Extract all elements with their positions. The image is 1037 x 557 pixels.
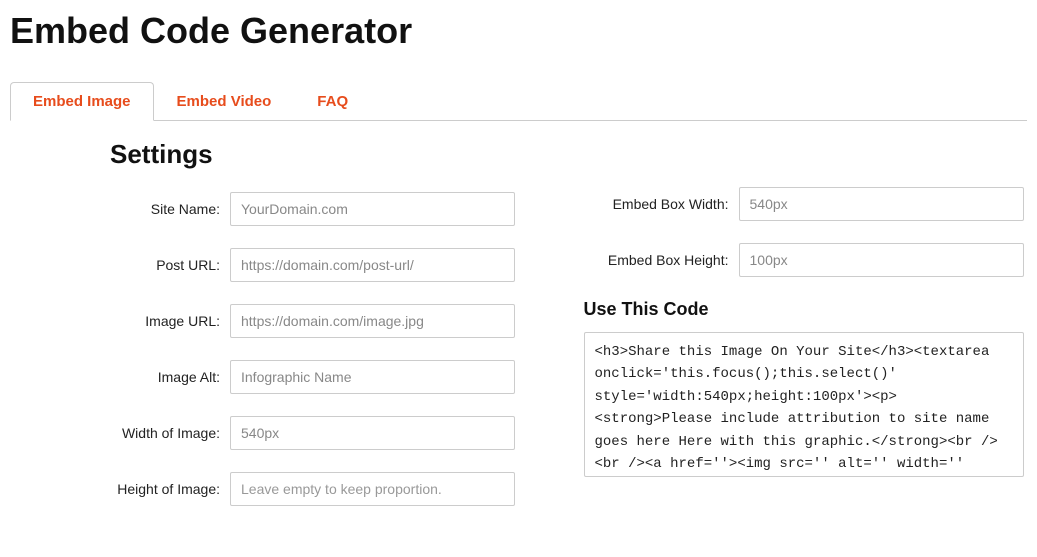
- label-embed-box-height: Embed Box Height:: [584, 252, 739, 268]
- tabs-bar: Embed Image Embed Video FAQ: [10, 82, 1027, 121]
- label-site-name: Site Name:: [110, 201, 230, 217]
- tab-embed-video[interactable]: Embed Video: [154, 82, 295, 121]
- height-of-image-input[interactable]: [230, 472, 515, 506]
- use-this-code-heading: Use This Code: [584, 299, 1028, 320]
- image-alt-input[interactable]: [230, 360, 515, 394]
- site-name-input[interactable]: [230, 192, 515, 226]
- page-title: Embed Code Generator: [10, 10, 1027, 52]
- width-of-image-input[interactable]: [230, 416, 515, 450]
- tab-embed-image[interactable]: Embed Image: [10, 82, 154, 121]
- post-url-input[interactable]: [230, 248, 515, 282]
- tab-faq[interactable]: FAQ: [294, 82, 371, 121]
- embed-code-output[interactable]: [584, 332, 1024, 477]
- label-embed-box-width: Embed Box Width:: [584, 196, 739, 212]
- embed-box-height-input[interactable]: [739, 243, 1024, 277]
- label-height-of-image: Height of Image:: [110, 481, 230, 497]
- label-image-alt: Image Alt:: [110, 369, 230, 385]
- settings-heading: Settings: [110, 139, 554, 170]
- label-post-url: Post URL:: [110, 257, 230, 273]
- embed-box-width-input[interactable]: [739, 187, 1024, 221]
- image-url-input[interactable]: [230, 304, 515, 338]
- label-width-of-image: Width of Image:: [110, 425, 230, 441]
- label-image-url: Image URL:: [110, 313, 230, 329]
